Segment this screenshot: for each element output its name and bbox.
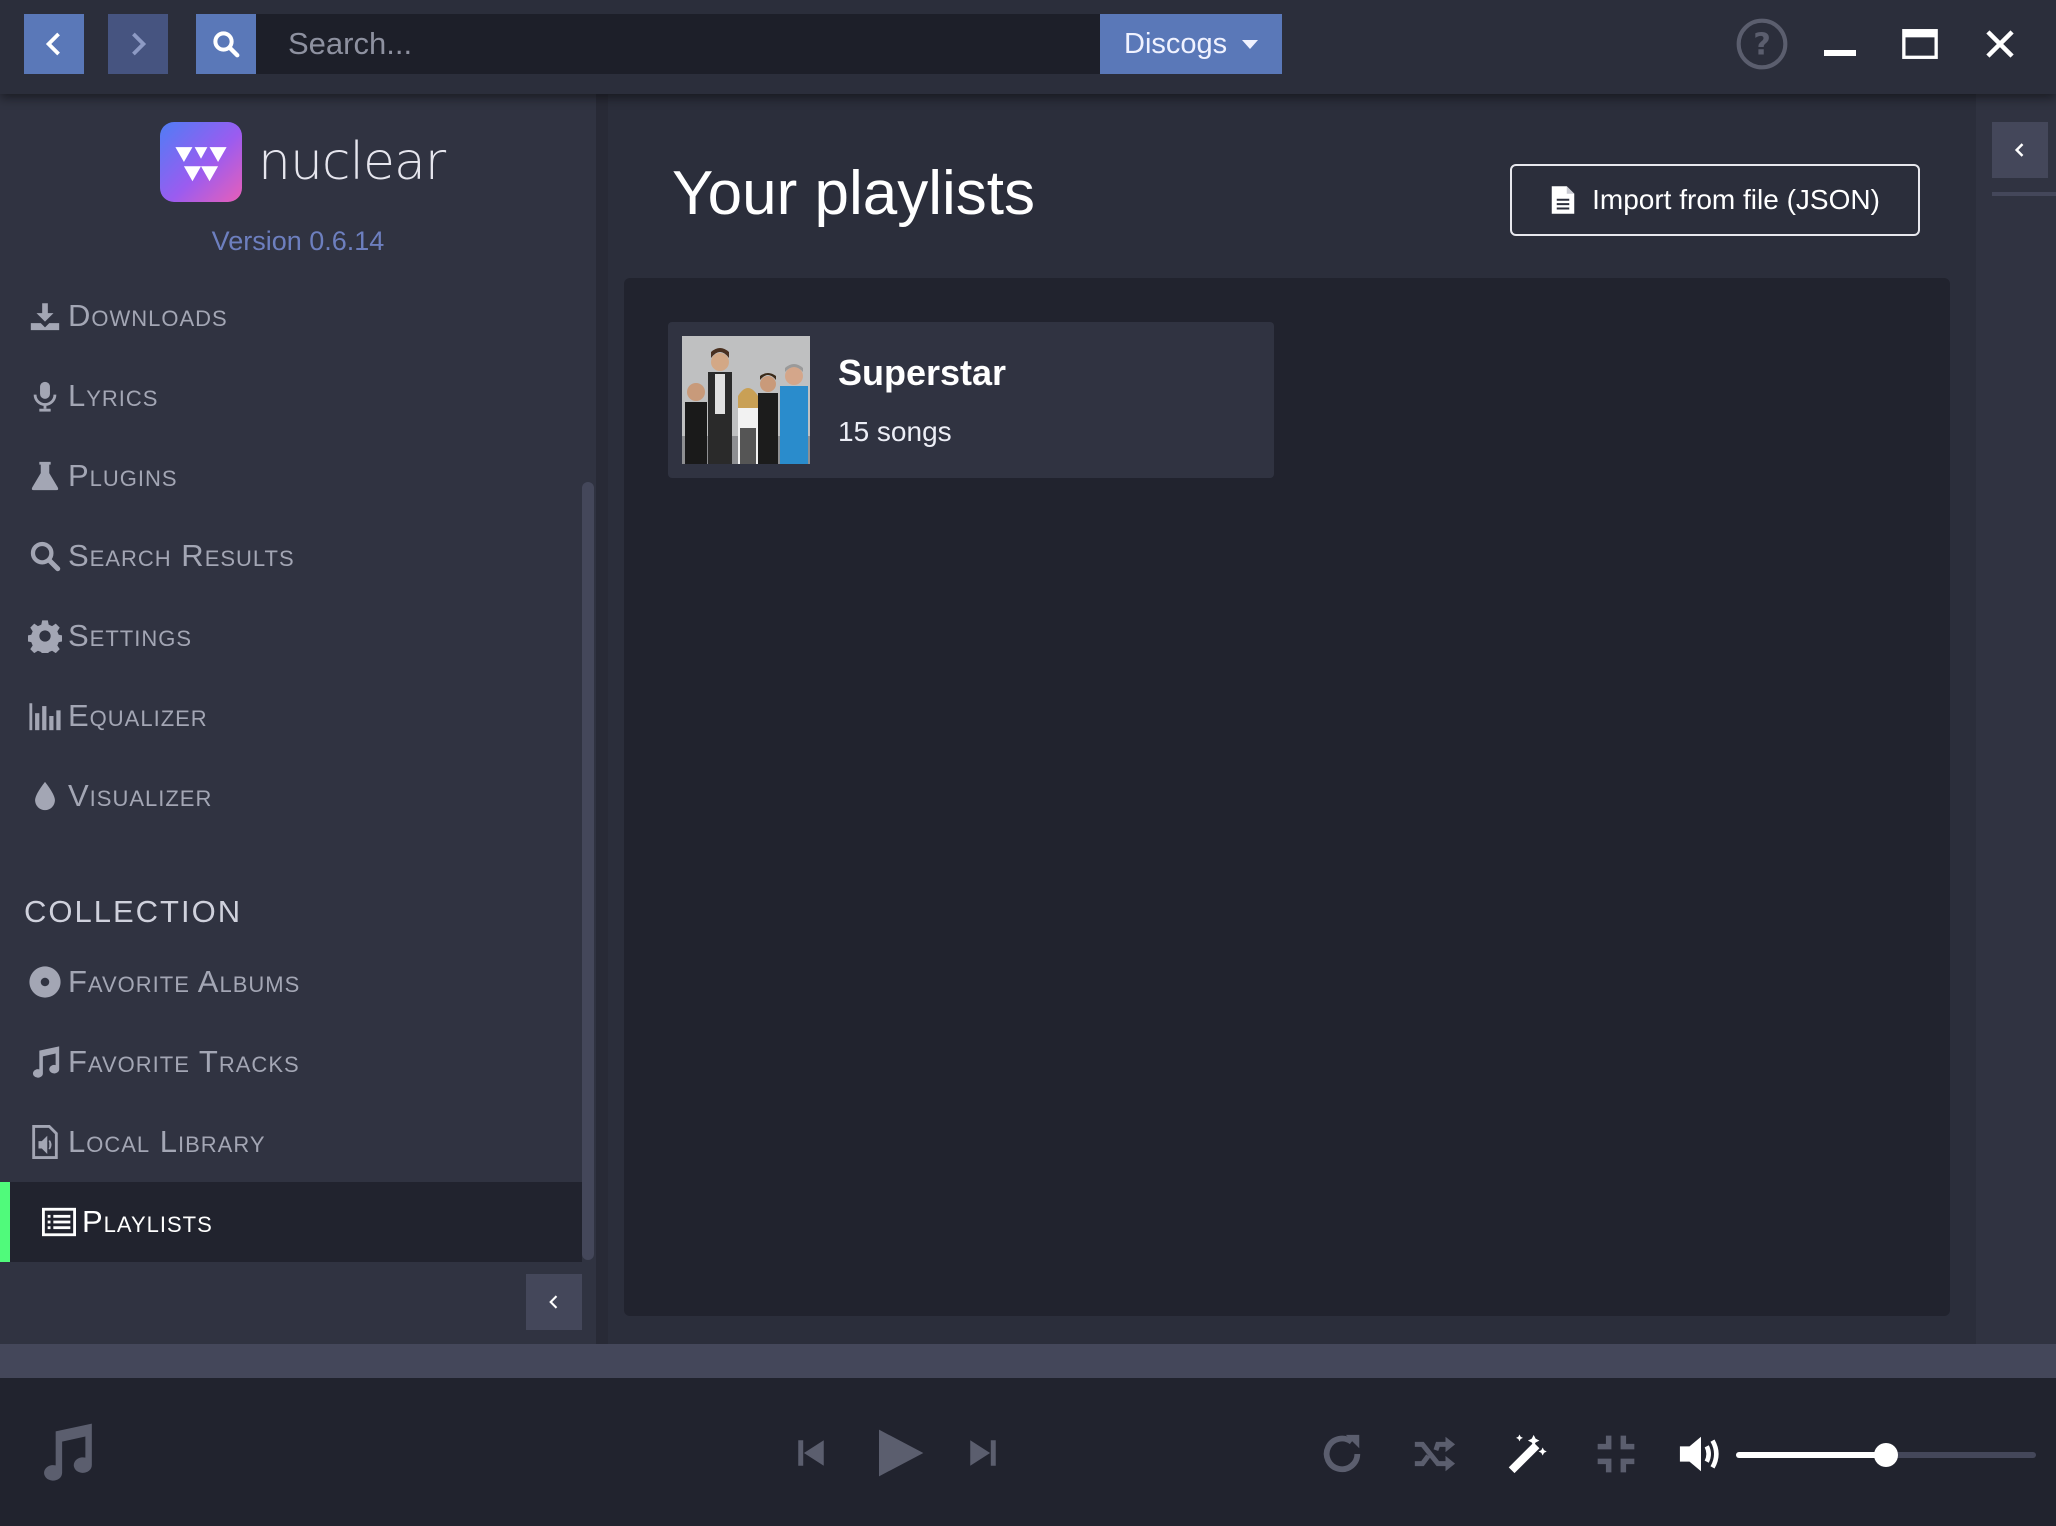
sidebar-item-label: Downloads — [68, 298, 228, 333]
expand-queue-button[interactable] — [1992, 122, 2048, 178]
nuclear-logo-icon — [160, 122, 242, 202]
volume-button[interactable] — [1674, 1428, 1728, 1480]
playlist-thumbnail — [682, 336, 810, 464]
active-indicator — [0, 1182, 10, 1262]
maximize-icon — [1902, 29, 1938, 59]
collapse-sidebar-button[interactable] — [526, 1274, 582, 1330]
chevron-right-icon — [132, 32, 147, 56]
volume-slider[interactable] — [1736, 1443, 2036, 1467]
right-panel — [1976, 94, 2056, 1344]
close-icon — [1986, 30, 2014, 58]
step-backward-icon — [798, 1440, 824, 1466]
step-forward-icon — [970, 1440, 996, 1466]
sidebar-item-equalizer[interactable]: Equalizer — [0, 676, 582, 756]
sidebar-item-label: Playlists — [82, 1204, 213, 1239]
top-bar: Discogs ? — [0, 0, 2056, 94]
sidebar-item-downloads[interactable]: Downloads — [0, 276, 582, 356]
disc-icon — [26, 963, 64, 1001]
sidebar-scrollbar[interactable] — [582, 482, 594, 1260]
sidebar-item-label: Plugins — [68, 458, 178, 493]
list-icon — [40, 1203, 78, 1241]
search-input[interactable] — [256, 14, 1100, 74]
minimize-icon — [1824, 50, 1856, 56]
app-name: nuclear — [258, 132, 446, 192]
caret-down-icon — [1242, 40, 1258, 49]
autoradio-button[interactable] — [1500, 1428, 1552, 1480]
player-bar — [0, 1378, 2056, 1526]
music-note-icon — [26, 1043, 64, 1081]
maximize-button[interactable] — [1890, 14, 1950, 74]
svg-text:?: ? — [1753, 28, 1771, 63]
flask-icon — [26, 457, 64, 495]
audio-file-icon — [26, 1123, 64, 1161]
volume-slider-fill — [1736, 1452, 1886, 1458]
chevron-left-icon — [2014, 143, 2024, 157]
magic-wand-icon — [1508, 1434, 1547, 1474]
shuffle-icon — [1414, 1436, 1456, 1472]
page-title: Your playlists — [672, 159, 1036, 228]
app-logo: nuclear — [160, 122, 446, 202]
shuffle-button[interactable] — [1408, 1428, 1460, 1480]
search-provider-dropdown[interactable]: Discogs — [1100, 14, 1282, 74]
next-track-button[interactable] — [962, 1428, 1004, 1478]
music-note-icon — [34, 1420, 98, 1484]
volume-up-icon — [1679, 1436, 1719, 1472]
sidebar-item-settings[interactable]: Settings — [0, 596, 582, 676]
forward-button[interactable] — [108, 14, 168, 74]
playlists-panel: Superstar 15 songs — [624, 278, 1950, 1316]
playlist-song-count: 15 songs — [838, 416, 952, 447]
sidebar-item-label: Settings — [68, 618, 193, 653]
chevron-left-icon — [549, 1295, 558, 1309]
help-icon: ? — [1736, 18, 1788, 70]
app-version: Version 0.6.14 — [211, 226, 385, 256]
sidebar-item-label: Local Library — [68, 1124, 266, 1159]
equalizer-icon — [26, 697, 64, 735]
seek-bar[interactable] — [0, 1344, 2056, 1378]
help-button[interactable]: ? — [1732, 14, 1792, 74]
playlist-card[interactable]: Superstar 15 songs — [668, 322, 1274, 478]
mini-player-button[interactable] — [1590, 1428, 1642, 1480]
sidebar-item-playlists[interactable]: Playlists — [0, 1182, 582, 1262]
collection-header: COLLECTION — [24, 894, 243, 929]
sidebar-item-label: Favorite Albums — [68, 964, 301, 999]
sidebar-item-label: Visualizer — [68, 778, 213, 813]
search-provider-label: Discogs — [1124, 27, 1228, 60]
chevron-left-icon — [45, 32, 60, 56]
sidebar-item-favorite-tracks[interactable]: Favorite Tracks — [0, 1022, 582, 1102]
repeat-button[interactable] — [1316, 1428, 1368, 1480]
divider — [1992, 192, 2056, 196]
microphone-icon — [26, 377, 64, 415]
drop-icon — [26, 777, 64, 815]
import-json-label: Import from file (JSON) — [1592, 184, 1880, 215]
minimize-button[interactable] — [1810, 14, 1870, 74]
sidebar: nuclear Version 0.6.14 Downloads Lyrics … — [0, 94, 596, 1344]
sidebar-item-search-results[interactable]: Search Results — [0, 516, 582, 596]
sidebar-item-favorite-albums[interactable]: Favorite Albums — [0, 942, 582, 1022]
download-icon — [26, 297, 64, 335]
sidebar-item-plugins[interactable]: Plugins — [0, 436, 582, 516]
search-icon-box[interactable] — [196, 14, 256, 74]
sidebar-item-visualizer[interactable]: Visualizer — [0, 756, 582, 836]
search-icon — [213, 31, 240, 58]
sidebar-item-label: Equalizer — [68, 698, 208, 733]
gear-icon — [26, 617, 64, 655]
back-button[interactable] — [24, 14, 84, 74]
sidebar-item-lyrics[interactable]: Lyrics — [0, 356, 582, 436]
volume-slider-handle[interactable] — [1874, 1443, 1898, 1467]
close-button[interactable] — [1970, 14, 2030, 74]
sidebar-item-label: Search Results — [68, 538, 295, 573]
playlist-name: Superstar — [838, 352, 1007, 393]
search-icon — [26, 537, 64, 575]
sidebar-item-label: Lyrics — [68, 378, 159, 413]
file-icon — [1551, 186, 1575, 214]
play-button[interactable] — [870, 1420, 930, 1486]
compress-icon — [1597, 1435, 1635, 1473]
sidebar-item-local-library[interactable]: Local Library — [0, 1102, 582, 1182]
import-json-button[interactable]: Import from file (JSON) — [1510, 164, 1920, 236]
main-content: Your playlists Import from file (JSON) S… — [608, 94, 1976, 1344]
sidebar-item-label: Favorite Tracks — [68, 1044, 300, 1079]
repeat-icon — [1323, 1434, 1361, 1473]
previous-track-button[interactable] — [790, 1428, 832, 1478]
play-icon — [879, 1429, 924, 1477]
